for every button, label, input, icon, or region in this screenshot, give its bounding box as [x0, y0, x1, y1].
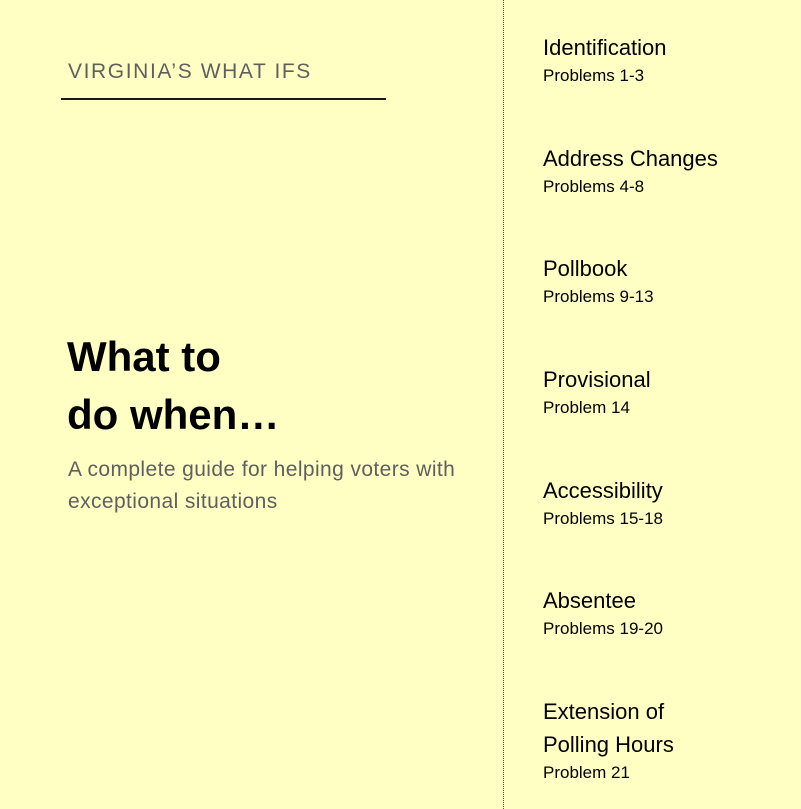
toc-item-title: Address Changes	[543, 146, 718, 171]
toc-item-range: Problems 15-18	[543, 509, 664, 528]
toc-item-title: Accessibility	[543, 478, 663, 503]
toc-item-range: Problems 1-3	[543, 66, 645, 85]
toc-item-title: Extension of Polling Hours	[543, 699, 674, 757]
toc-item-accessibility: Accessibility Problems 15-18	[543, 474, 793, 530]
toc-item-title: Provisional	[543, 367, 651, 392]
toc-item-range: Problem 14	[543, 398, 630, 417]
column-divider	[503, 0, 504, 809]
toc-item-title: Pollbook	[543, 256, 628, 281]
toc-item-provisional: Provisional Problem 14	[543, 363, 793, 419]
main-heading: What to do when…	[67, 333, 280, 438]
subtitle: A complete guide for helping voters with…	[68, 458, 456, 513]
title-underline	[61, 98, 386, 100]
toc-item-range: Problems 19-20	[543, 619, 664, 638]
toc-item-range: Problems 4-8	[543, 177, 645, 196]
table-of-contents: Identification Problems 1-3 Address Chan…	[543, 0, 793, 809]
toc-item-pollbook: Pollbook Problems 9-13	[543, 252, 793, 308]
toc-item-range: Problems 9-13	[543, 287, 654, 306]
toc-item-absentee: Absentee Problems 19-20	[543, 584, 793, 640]
toc-item-extension-of-polling-hours: Extension of Polling Hours Problem 21	[543, 695, 793, 784]
toc-item-range: Problem 21	[543, 763, 630, 782]
toc-item-identification: Identification Problems 1-3	[543, 31, 793, 87]
toc-item-title: Identification	[543, 35, 667, 60]
series-title: VIRGINIA’S WHAT IFS	[68, 60, 312, 83]
toc-item-address-changes: Address Changes Problems 4-8	[543, 142, 793, 198]
toc-item-title: Absentee	[543, 588, 636, 613]
